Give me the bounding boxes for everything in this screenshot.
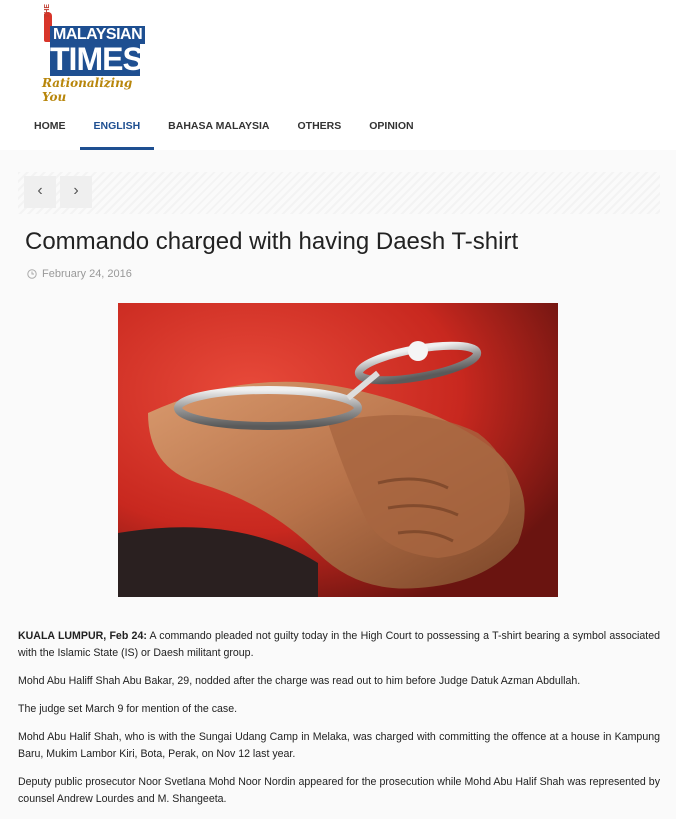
next-post-button[interactable]: › [60, 176, 92, 208]
article-area: ‹ › Commando charged with having Daesh T… [0, 150, 676, 819]
clock-icon [27, 269, 37, 279]
article-paragraph: Mohd Abu Halif Shah, who is with the Sun… [18, 731, 660, 760]
prev-post-button[interactable]: ‹ [24, 176, 56, 208]
article-title: Commando charged with having Daesh T-shi… [25, 228, 519, 255]
site-header: THE MALAYSIAN TIMES Rationalizing You HO… [0, 0, 676, 150]
article-date: February 24, 2016 [27, 268, 132, 280]
article-paragraph: Mohd Abu Haliff Shah Abu Bakar, 29, nodd… [18, 675, 581, 687]
article-paragraph: Deputy public prosecutor Noor Svetlana M… [18, 776, 660, 805]
site-logo[interactable]: THE MALAYSIAN TIMES Rationalizing You [40, 4, 146, 104]
logo-times: TIMES [50, 41, 144, 77]
nav-item-bahasa-malaysia[interactable]: BAHASA MALAYSIA [154, 104, 283, 150]
nav-item-home[interactable]: HOME [20, 104, 80, 150]
logo-tagline: Rationalizing You [42, 76, 133, 104]
dateline: KUALA LUMPUR, Feb 24: [18, 630, 147, 642]
nav-item-opinion[interactable]: OPINION [355, 104, 427, 150]
date-text: February 24, 2016 [42, 268, 132, 280]
post-pager: ‹ › [18, 172, 660, 214]
nav-item-others[interactable]: OTHERS [284, 104, 356, 150]
main-nav: HOME ENGLISH BAHASA MALAYSIA OTHERS OPIN… [20, 104, 428, 150]
nav-item-english[interactable]: ENGLISH [79, 104, 155, 150]
handcuffed-hands-photo [118, 303, 558, 597]
article-body: KUALA LUMPUR, Feb 24: A commando pleaded… [18, 628, 660, 819]
logo-the: THE [44, 4, 51, 18]
article-lead: KUALA LUMPUR, Feb 24: A commando pleaded… [18, 628, 660, 662]
article-paragraph: The judge set March 9 for mention of the… [18, 703, 238, 715]
